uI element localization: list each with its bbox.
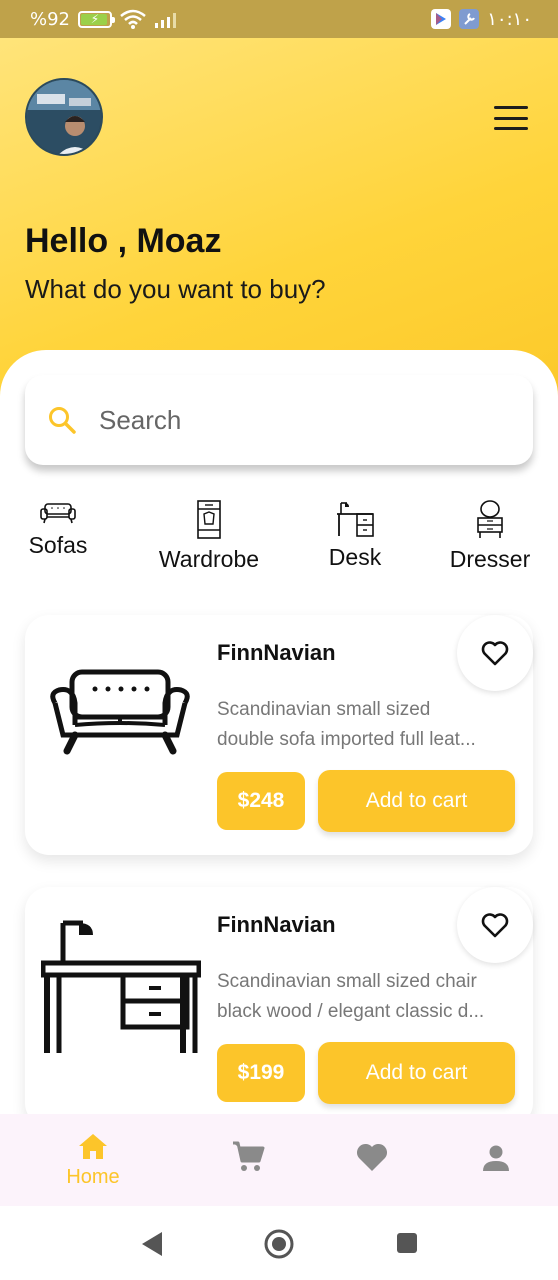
favorite-button[interactable] xyxy=(457,615,533,691)
product-card[interactable]: FinnNavian Scandinavian small sized chai… xyxy=(25,887,533,1115)
favorite-button[interactable] xyxy=(457,887,533,963)
status-bar: %92 ⚡ ١٠:١٠ xyxy=(0,0,558,38)
price-badge: $248 xyxy=(217,772,305,830)
clock: ١٠:١٠ xyxy=(487,8,532,30)
main-sheet: Sofas Wardrobe xyxy=(0,350,558,1115)
signal-icon xyxy=(155,13,177,28)
nav-home[interactable]: Home xyxy=(62,1132,124,1189)
search-bar[interactable] xyxy=(25,375,533,465)
avatar[interactable] xyxy=(25,78,103,156)
nav-home-label: Home xyxy=(66,1166,120,1188)
category-wardrobe[interactable]: Wardrobe xyxy=(153,500,265,573)
category-list: Sofas Wardrobe Desk Dresser xyxy=(0,500,558,580)
category-sofas[interactable]: Sofas xyxy=(25,500,91,559)
wrench-icon xyxy=(459,9,480,29)
category-label: Dresser xyxy=(449,546,531,572)
product-description: Scandinavian small sized chair black woo… xyxy=(217,971,485,1022)
sofa-icon xyxy=(40,503,76,524)
play-store-icon xyxy=(431,9,452,29)
status-left: %92 ⚡ xyxy=(30,9,180,30)
person-icon xyxy=(483,1145,509,1171)
product-card[interactable]: FinnNavian Scandinavian small sized doub… xyxy=(25,615,533,855)
category-label: Sofas xyxy=(28,532,88,558)
system-navigation-bar xyxy=(0,1206,558,1280)
category-label: Wardrobe xyxy=(158,546,260,572)
heart-outline-icon xyxy=(481,641,509,666)
dresser-icon xyxy=(477,500,503,538)
category-desk[interactable]: Desk xyxy=(326,500,384,571)
greeting-title: Hello , Moaz xyxy=(25,222,222,260)
wifi-icon xyxy=(120,9,146,29)
nav-cart[interactable] xyxy=(230,1140,266,1178)
heart-icon xyxy=(356,1143,388,1171)
search-icon xyxy=(49,407,76,434)
wardrobe-icon xyxy=(197,500,221,539)
recents-icon[interactable] xyxy=(396,1232,418,1254)
price-badge: $199 xyxy=(217,1044,305,1102)
category-dresser[interactable]: Dresser xyxy=(445,500,535,573)
bottom-navigation: Home xyxy=(0,1114,558,1206)
greeting-subtitle: What do you want to buy? xyxy=(25,274,326,304)
product-title: FinnNavian xyxy=(217,640,336,665)
add-to-cart-button[interactable]: Add to cart xyxy=(318,770,515,832)
battery-percent: %92 xyxy=(30,8,71,30)
product-title: FinnNavian xyxy=(217,912,336,937)
desk-image xyxy=(41,920,201,1053)
home-circle-icon[interactable] xyxy=(264,1229,294,1259)
cart-icon xyxy=(233,1141,265,1171)
home-icon xyxy=(79,1134,107,1159)
desk-icon xyxy=(337,502,374,537)
category-label: Desk xyxy=(328,544,382,570)
nav-profile[interactable] xyxy=(482,1144,510,1176)
status-right: ١٠:١٠ xyxy=(431,9,532,30)
heart-outline-icon xyxy=(481,913,509,938)
search-input[interactable] xyxy=(99,404,459,436)
back-icon[interactable] xyxy=(140,1231,164,1257)
nav-favorites[interactable] xyxy=(355,1142,389,1176)
hamburger-menu-icon[interactable] xyxy=(494,106,528,130)
add-to-cart-button[interactable]: Add to cart xyxy=(318,1042,515,1104)
product-description: Scandinavian small sized double sofa imp… xyxy=(217,699,476,750)
sofa-image xyxy=(50,669,190,755)
header: Hello , Moaz What do you want to buy? xyxy=(0,38,558,398)
battery-charging-icon: ⚡ xyxy=(78,10,116,28)
